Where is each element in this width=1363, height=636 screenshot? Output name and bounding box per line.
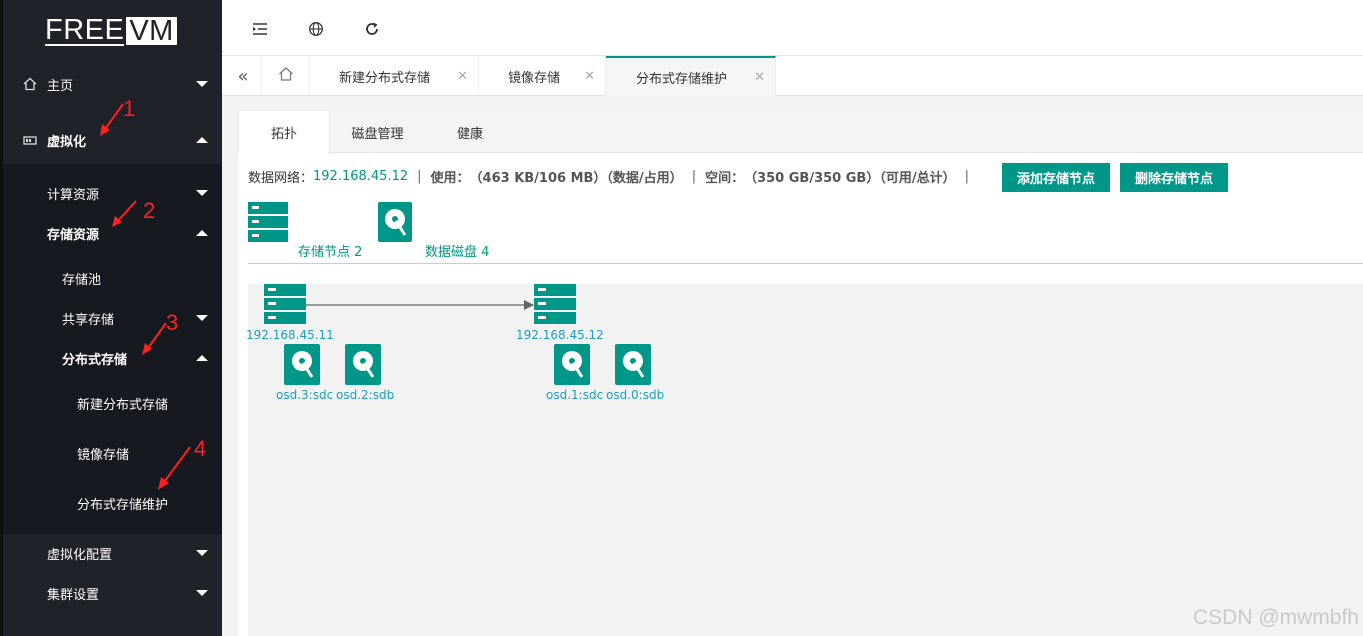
chevron-up-icon [196,230,208,236]
separator: | [964,168,969,184]
tab-label: 新建分布式存储 [339,70,431,86]
logo-vm: VM [126,17,177,46]
tab-home[interactable] [262,56,310,96]
annotation-number: 3 [166,310,179,335]
watermark: CSDN @mwmbfh [1192,606,1359,629]
sidebar-item-label: 计算资源 [47,187,100,203]
storage-node-icon[interactable] [534,284,576,326]
storage-info-line: 数据网络： 192.168.45.12 | 使用： （463 KB/106 MB… [248,161,978,191]
double-chevron-left-icon: « [237,65,248,87]
sidebar-item-label: 虚拟化配置 [47,547,113,563]
disk-label: osd.0:sdb [606,388,665,402]
annotation-number: 2 [143,198,156,223]
chevron-down-icon [196,315,208,321]
tab-label: 磁盘管理 [351,126,404,142]
host-ip-label: 192.168.45.12 [516,328,604,342]
chevron-up-icon [196,137,208,143]
sidebar-item-virtualization-config[interactable]: 虚拟化配置 [3,533,222,573]
topology-canvas: 192.168.45.11 osd.3:sdc osd.2:sdb 192.16… [246,284,1363,636]
tab-topology[interactable]: 拓扑 [238,111,330,154]
sidebar-item-label: 存储池 [62,272,102,288]
refresh-icon[interactable] [363,20,381,38]
tab-label: 拓扑 [270,127,297,142]
annotation-arrow-2 [112,200,137,227]
storage-node-count: 存储节点 2 [298,245,363,260]
content-tabs: 拓扑 磁盘管理 健康 [238,111,1363,154]
annotation-number: 4 [194,436,207,461]
logo-free: FREE [45,14,125,46]
globe-icon[interactable] [307,20,325,38]
close-icon[interactable]: ✕ [754,70,765,85]
storage-node-icon [248,202,288,242]
chevron-down-icon [196,81,208,87]
disk-label: osd.3:sdc [276,388,334,402]
host-ip-label: 192.168.45.11 [246,328,334,342]
network-value: 192.168.45.12 [313,168,409,184]
sidebar: FREE VM 主页 虚拟化 计算资源 存储资源 存储池 共享存储 分布式存储 … [0,0,222,636]
sidebar-item-label: 镜像存储 [77,447,130,463]
home-icon [278,66,294,86]
disk-label: osd.1:sdc [546,388,604,402]
home-icon [23,77,37,91]
chevron-down-icon [196,590,208,596]
disk-icon[interactable] [345,344,381,385]
tab-distributed-maintenance[interactable]: 分布式存储维护 ✕ [606,56,776,96]
space-value: （350 GB/350 GB）（可用/总计） [744,170,956,186]
data-disk-count: 数据磁盘 4 [425,245,490,260]
annotation-arrow-4 [158,446,191,490]
sidebar-item-label: 共享存储 [62,312,115,328]
data-disk-icon [378,202,412,242]
tab-health[interactable]: 健康 [425,111,515,153]
sidebar-item-label: 集群设置 [47,587,100,603]
sidebar-item-cluster-settings[interactable]: 集群设置 [3,573,222,613]
close-icon[interactable]: ✕ [584,69,595,84]
sidebar-item-label: 分布式存储 [62,352,128,368]
app-logo: FREE VM [45,16,177,46]
tab-label: 分布式存储维护 [636,71,728,87]
sidebar-item-label: 虚拟化 [47,134,87,150]
disk-icon[interactable] [615,344,651,385]
add-storage-node-button[interactable]: 添加存储节点 [1002,163,1110,192]
sidebar-item-home[interactable]: 主页 [3,64,222,104]
annotation-number: 1 [123,96,136,121]
menu-collapse-icon[interactable] [251,20,269,38]
usage-label: 使用： [430,170,470,186]
sidebar-item-distributed-storage[interactable]: 分布式存储 [3,338,222,378]
sidebar-item-label: 存储资源 [47,227,100,243]
disk-icon[interactable] [554,344,590,385]
tab-new-distributed-storage[interactable]: 新建分布式存储 ✕ [310,56,479,96]
sidebar-item-new-distributed-storage[interactable]: 新建分布式存储 [3,383,222,423]
separator: | [691,168,697,184]
server-icon [23,133,37,147]
page-tabbar: « 新建分布式存储 ✕ 镜像存储 ✕ 分布式存储维护 ✕ [222,56,1363,96]
sidebar-item-shared-storage[interactable]: 共享存储 [3,298,222,338]
space-label: 空间： [705,170,745,186]
usage-value: （463 KB/106 MB）（数据/占用） [469,170,683,186]
close-icon[interactable]: ✕ [457,69,468,84]
tab-image-storage[interactable]: 镜像存储 ✕ [479,56,606,96]
disk-label: osd.2:sdb [336,388,395,402]
sidebar-item-label: 新建分布式存储 [77,397,169,413]
tabs-scroll-left-button[interactable]: « [222,56,262,96]
divider [248,263,1363,264]
sidebar-item-storage-pool[interactable]: 存储池 [3,258,222,298]
delete-storage-node-button[interactable]: 删除存储节点 [1120,163,1228,192]
chevron-up-icon [196,355,208,361]
storage-node-icon[interactable] [264,284,306,326]
separator: | [417,168,422,184]
top-toolbar [222,0,1363,56]
sidebar-item-label: 分布式存储维护 [77,497,169,513]
tab-label: 镜像存储 [508,70,561,86]
chevron-down-icon [196,550,208,556]
sidebar-item-label: 主页 [47,78,74,94]
disk-icon[interactable] [284,344,320,385]
network-label: 数据网络： [248,170,314,186]
tab-label: 健康 [456,126,483,142]
tab-disk-management[interactable]: 磁盘管理 [330,111,425,153]
chevron-down-icon [196,190,208,196]
